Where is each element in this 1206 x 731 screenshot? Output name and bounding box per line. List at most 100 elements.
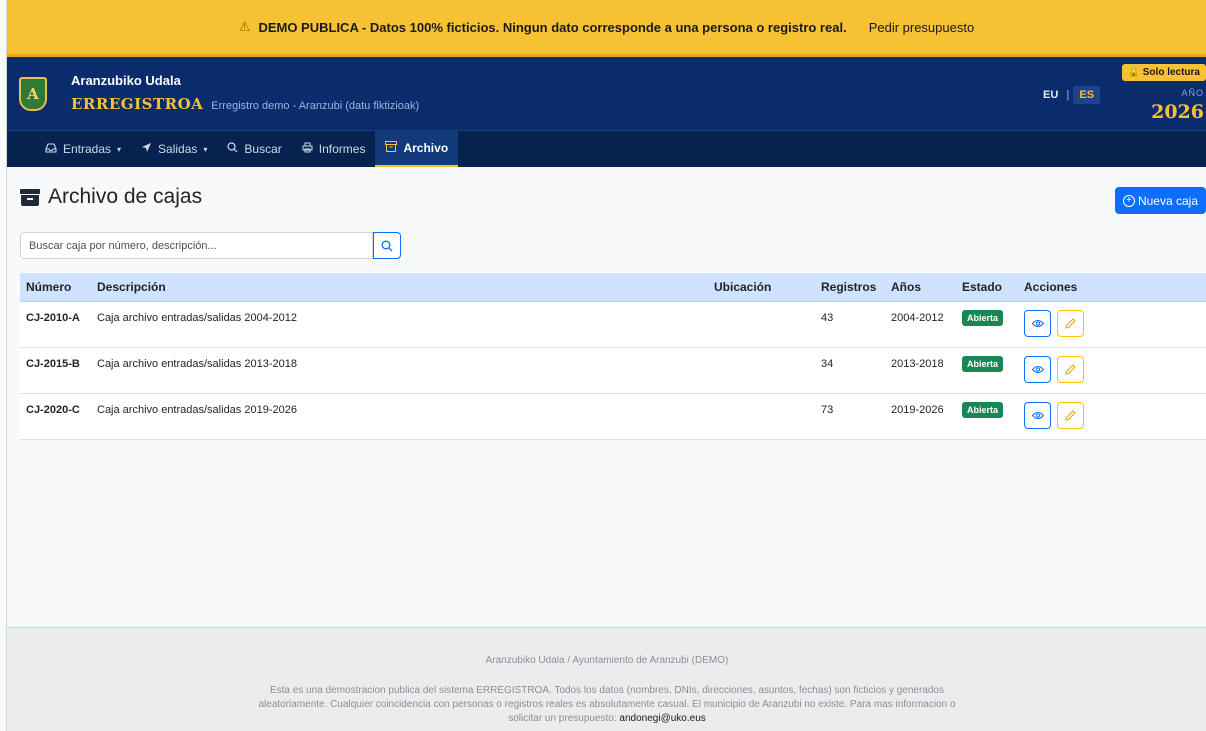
view-button[interactable] xyxy=(1024,355,1051,383)
inbox-icon xyxy=(45,142,57,156)
col-header-ubicacion[interactable]: Ubicación xyxy=(708,273,815,302)
demo-banner: ⚠ DEMO PUBLICA - Datos 100% ficticios. N… xyxy=(7,0,1206,57)
boxes-table: Número Descripción Ubicación Registros A… xyxy=(20,273,1206,440)
cell-descripcion: Caja archivo entradas/salidas 2013-2018 xyxy=(91,347,708,394)
cell-registros: 34 xyxy=(815,347,885,394)
footer-organization: Aranzubiko Udala / Ayuntamiento de Aranz… xyxy=(485,655,729,666)
eye-icon xyxy=(1031,411,1044,419)
cell-anos: 2013-2018 xyxy=(885,347,956,394)
table-row[interactable]: CJ-2010-A Caja archivo entradas/salidas … xyxy=(20,301,1206,348)
warning-icon: ⚠ xyxy=(238,19,251,34)
printer-icon xyxy=(302,142,313,156)
cell-acciones xyxy=(1018,347,1206,394)
cell-estado: Abierta xyxy=(956,301,1018,348)
lang-es-button[interactable]: ES xyxy=(1073,86,1101,104)
demo-banner-text: DEMO PUBLICA - Datos 100% ficticios. Nin… xyxy=(258,19,847,35)
edit-button[interactable] xyxy=(1057,309,1085,337)
chevron-down-icon: ▾ xyxy=(203,144,208,154)
search-icon xyxy=(381,240,393,251)
footer-email-link[interactable]: andonegi@uko.eus xyxy=(619,713,705,724)
nav-entradas[interactable]: Entradas ▾ xyxy=(35,131,131,167)
lang-eu-button[interactable]: EU xyxy=(1039,87,1062,103)
footer-disclaimer: Esta es una demostracion publica del sis… xyxy=(247,684,967,726)
cell-ubicacion xyxy=(708,301,815,348)
col-header-acciones: Acciones xyxy=(1018,273,1206,302)
search-button[interactable] xyxy=(373,232,401,259)
pencil-icon xyxy=(1065,409,1076,421)
cell-anos: 2019-2026 xyxy=(885,393,956,440)
view-button[interactable] xyxy=(1024,401,1051,429)
nav-archivo-label: Archivo xyxy=(403,141,449,155)
app-title: ERREGISTROA xyxy=(71,95,204,113)
cell-numero: CJ-2010-A xyxy=(20,301,91,348)
nav-informes[interactable]: Informes xyxy=(292,131,376,167)
cell-descripcion: Caja archivo entradas/salidas 2004-2012 xyxy=(91,301,708,348)
lang-separator: | xyxy=(1066,89,1070,101)
cell-ubicacion xyxy=(708,347,815,394)
chevron-down-icon: ▾ xyxy=(117,144,122,154)
cell-registros: 43 xyxy=(815,301,885,348)
eye-icon xyxy=(1031,319,1044,327)
read-only-badge: 🔒 Solo lectura xyxy=(1121,64,1206,81)
col-header-anos[interactable]: Años xyxy=(885,273,956,302)
nav-buscar-label: Buscar xyxy=(244,142,282,156)
table-row[interactable]: CJ-2020-C Caja archivo entradas/salidas … xyxy=(20,393,1206,440)
status-badge: Abierta xyxy=(962,309,1004,326)
year-value[interactable]: 2026 xyxy=(1151,101,1204,123)
app-subtitle: Erregistro demo - Aranzubi (datu fiktizi… xyxy=(211,100,420,112)
nav-salidas[interactable]: Salidas ▾ xyxy=(131,131,217,167)
search-group xyxy=(20,232,401,259)
main-navbar: Entradas ▾ Salidas ▾ Buscar Informes Arc… xyxy=(7,130,1206,167)
nav-salidas-label: Salidas xyxy=(158,142,198,156)
search-icon xyxy=(227,142,238,156)
language-switcher: EU | ES xyxy=(1039,86,1101,104)
col-header-descripcion[interactable]: Descripción xyxy=(91,273,708,302)
page-footer: Aranzubiko Udala / Ayuntamiento de Aranz… xyxy=(7,627,1206,731)
organization-name: Aranzubiko Udala xyxy=(71,73,181,88)
nav-entradas-label: Entradas xyxy=(63,142,112,156)
status-badge: Abierta xyxy=(962,355,1004,372)
footer-disclaimer-text: Esta es una demostracion publica del sis… xyxy=(258,685,956,724)
pencil-icon xyxy=(1065,363,1076,375)
cell-descripcion: Caja archivo entradas/salidas 2019-2026 xyxy=(91,393,708,440)
municipality-logo[interactable]: A xyxy=(19,77,47,111)
table-row[interactable]: CJ-2015-B Caja archivo entradas/salidas … xyxy=(20,347,1206,394)
archive-icon xyxy=(20,188,40,206)
edit-button[interactable] xyxy=(1057,401,1085,429)
cell-anos: 2004-2012 xyxy=(885,301,956,348)
archive-icon xyxy=(385,141,398,155)
eye-icon xyxy=(1031,365,1044,373)
col-header-estado[interactable]: Estado xyxy=(956,273,1018,302)
cell-acciones xyxy=(1018,393,1206,440)
app-title-row: ERREGISTROA Erregistro demo - Aranzubi (… xyxy=(71,95,419,113)
main-content: Archivo de cajas + Nueva caja Número Des… xyxy=(7,167,1206,630)
cell-registros: 73 xyxy=(815,393,885,440)
new-box-label: Nueva caja xyxy=(1137,193,1198,208)
cell-estado: Abierta xyxy=(956,347,1018,394)
plus-circle-icon: + xyxy=(1122,194,1135,207)
nav-archivo[interactable]: Archivo xyxy=(375,131,459,167)
nav-buscar[interactable]: Buscar xyxy=(217,131,291,167)
search-input[interactable] xyxy=(20,232,373,259)
cell-acciones xyxy=(1018,301,1206,348)
cell-numero: CJ-2015-B xyxy=(20,347,91,394)
app-header: A Aranzubiko Udala ERREGISTROA Erregistr… xyxy=(7,57,1206,130)
cell-estado: Abierta xyxy=(956,393,1018,440)
nav-informes-label: Informes xyxy=(318,142,366,156)
view-button[interactable] xyxy=(1024,309,1051,337)
pencil-icon xyxy=(1065,317,1076,329)
cell-numero: CJ-2020-C xyxy=(20,393,91,440)
col-header-registros[interactable]: Registros xyxy=(815,273,885,302)
cell-ubicacion xyxy=(708,393,815,440)
status-badge: Abierta xyxy=(962,401,1004,418)
edit-button[interactable] xyxy=(1057,355,1085,383)
app-window: ⚠ DEMO PUBLICA - Datos 100% ficticios. N… xyxy=(6,0,1206,731)
year-label: AÑO xyxy=(1181,88,1204,98)
send-icon xyxy=(141,142,152,156)
col-header-numero[interactable]: Número xyxy=(20,273,91,302)
new-box-button[interactable]: + Nueva caja xyxy=(1114,187,1206,214)
page-title: Archivo de cajas xyxy=(20,185,202,209)
page-title-text: Archivo de cajas xyxy=(48,185,203,208)
request-quote-link[interactable]: Pedir presupuesto xyxy=(869,20,975,35)
table-header-row: Número Descripción Ubicación Registros A… xyxy=(20,273,1206,302)
